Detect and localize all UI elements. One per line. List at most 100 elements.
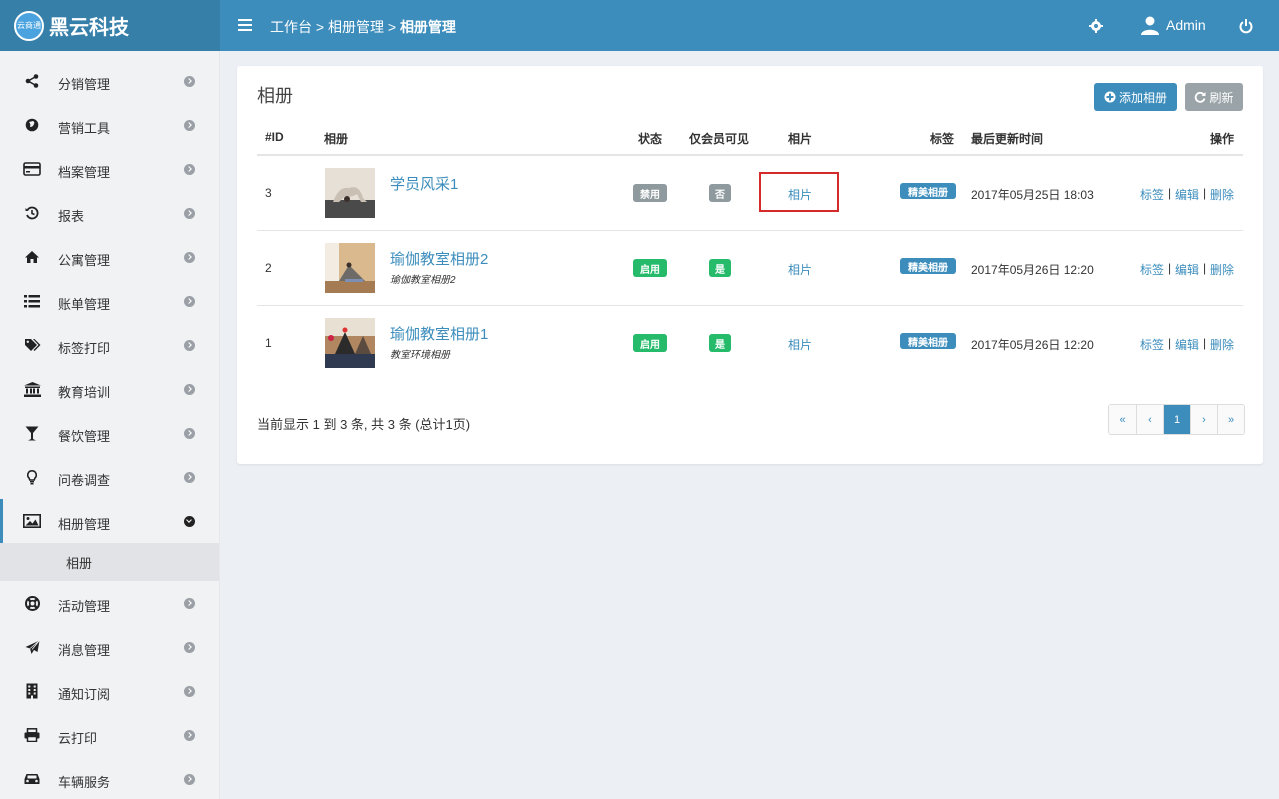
sidebar-item-label: 活动管理 [58, 599, 111, 614]
album-name-link[interactable]: 学员风采1 [390, 173, 458, 194]
action-edit-link[interactable]: 编辑 [1175, 186, 1199, 203]
pagination-summary: 当前显示 1 到 3 条, 共 3 条 (总计1页) [257, 417, 471, 432]
photos-link-highlight [759, 172, 839, 212]
col-header-status: 状态 [638, 132, 663, 146]
refresh-button[interactable]: 刷新 [1185, 83, 1243, 111]
row-id: 1 [265, 336, 272, 350]
status-badge: 禁用 [633, 184, 667, 202]
sidebar-item-label: 公寓管理 [58, 253, 111, 268]
sidebar-item-apartment[interactable]: 公寓管理 [0, 235, 219, 279]
sidebar: 分销管理 营销工具 档案管理 报表 公寓管理 账单管理 标签打印 教育培训 餐饮… [0, 51, 220, 799]
action-tag-link[interactable]: 标签 [1140, 261, 1164, 278]
action-separator: | [1203, 336, 1207, 350]
members-only-badge: 是 [709, 259, 731, 277]
sidebar-item-label: 餐饮管理 [58, 429, 111, 444]
sidebar-item-label: 分销管理 [58, 77, 111, 92]
sidebar-item-cloud-print[interactable]: 云打印 [0, 713, 219, 757]
paper-plane-icon [22, 637, 42, 657]
page-next-button[interactable]: › [1190, 405, 1217, 434]
col-header-album: 相册 [324, 132, 349, 146]
sidebar-item-messages[interactable]: 消息管理 [0, 625, 219, 669]
sidebar-item-label: 消息管理 [58, 643, 111, 658]
chevron-right-icon [184, 76, 195, 87]
chevron-right-icon [184, 472, 195, 483]
sidebar-item-album[interactable]: 相册管理 [0, 499, 219, 543]
pagination: « ‹ 1 › » [1108, 404, 1245, 435]
page-current-button[interactable]: 1 [1163, 405, 1190, 434]
album-name-link[interactable]: 瑜伽教室相册1 [390, 323, 488, 344]
members-only-badge: 是 [709, 334, 731, 352]
sidebar-subitem-album[interactable]: 相册 [0, 543, 219, 581]
col-header-id: #ID [265, 130, 284, 144]
action-delete-link[interactable]: 删除 [1210, 186, 1234, 203]
sidebar-item-distribution[interactable]: 分销管理 [0, 59, 219, 103]
sidebar-item-label: 问卷调查 [58, 473, 111, 488]
sidebar-item-archives[interactable]: 档案管理 [0, 147, 219, 191]
chevron-right-icon [184, 428, 195, 439]
sidebar-item-label-print[interactable]: 标签打印 [0, 323, 219, 367]
chevron-right-icon [184, 730, 195, 741]
chevron-right-icon [184, 774, 195, 785]
photos-link[interactable]: 相片 [788, 261, 812, 278]
sidebar-item-label: 账单管理 [58, 297, 111, 312]
sidebar-item-survey[interactable]: 问卷调查 [0, 455, 219, 499]
sidebar-item-education[interactable]: 教育培训 [0, 367, 219, 411]
print-icon [22, 725, 42, 745]
album-cover-thumbnail[interactable] [325, 318, 375, 368]
sidebar-item-label: 营销工具 [58, 121, 111, 136]
photos-link[interactable]: 相片 [788, 336, 812, 353]
lightbulb-icon [22, 467, 42, 487]
top-navbar: 云商通 黑云科技 工作台 > 相册管理 > 相册管理 Admin [0, 0, 1279, 51]
power-icon[interactable] [1238, 18, 1254, 34]
sidebar-item-marketing[interactable]: 营销工具 [0, 103, 219, 147]
page-first-button[interactable]: « [1109, 405, 1136, 434]
action-delete-link[interactable]: 删除 [1210, 336, 1234, 353]
sidebar-item-label: 报表 [58, 209, 85, 224]
sidebar-item-activity[interactable]: 活动管理 [0, 581, 219, 625]
action-edit-link[interactable]: 编辑 [1175, 336, 1199, 353]
breadcrumb-home[interactable]: 工作台 [270, 19, 312, 35]
user-menu[interactable]: Admin [1140, 15, 1206, 35]
page-prev-button[interactable]: ‹ [1136, 405, 1163, 434]
album-cover-thumbnail[interactable] [325, 243, 375, 293]
tags-icon [22, 335, 42, 355]
sidebar-item-reports[interactable]: 报表 [0, 191, 219, 235]
album-cover-thumbnail[interactable] [325, 168, 375, 218]
action-tag-link[interactable]: 标签 [1140, 186, 1164, 203]
album-name-link[interactable]: 瑜伽教室相册2 [390, 248, 488, 269]
brand[interactable]: 云商通 黑云科技 [0, 0, 220, 51]
updated-time: 2017年05月25日 18:03 [971, 188, 1094, 202]
tag-badge: 精美相册 [900, 333, 956, 349]
action-tag-link[interactable]: 标签 [1140, 336, 1164, 353]
action-separator: | [1203, 186, 1207, 200]
updated-time: 2017年05月26日 12:20 [971, 263, 1094, 277]
action-edit-link[interactable]: 编辑 [1175, 261, 1199, 278]
menu-toggle-icon[interactable] [238, 17, 252, 33]
gear-icon[interactable] [1088, 18, 1104, 34]
add-album-button[interactable]: 添加相册 [1094, 83, 1177, 111]
chevron-right-icon [184, 598, 195, 609]
sidebar-item-bills[interactable]: 账单管理 [0, 279, 219, 323]
sidebar-item-label: 标签打印 [58, 341, 111, 356]
sidebar-item-subscription[interactable]: 通知订阅 [0, 669, 219, 713]
breadcrumb-parent[interactable]: 相册管理 [328, 19, 384, 35]
action-separator: | [1168, 261, 1172, 275]
action-separator: | [1168, 336, 1172, 350]
chevron-right-icon [184, 208, 195, 219]
refresh-label: 刷新 [1209, 90, 1234, 105]
row-divider [257, 230, 1243, 231]
chevron-right-icon [184, 296, 195, 307]
add-album-label: 添加相册 [1118, 90, 1167, 105]
user-avatar-icon [1141, 16, 1159, 35]
breadcrumb: 工作台 > 相册管理 > 相册管理 [270, 17, 456, 37]
tag-badge: 精美相册 [900, 183, 956, 199]
sidebar-item-vehicle[interactable]: 车辆服务 [0, 757, 219, 799]
page-last-button[interactable]: » [1217, 405, 1244, 434]
image-icon [22, 511, 42, 531]
chevron-right-icon [184, 164, 195, 175]
sidebar-item-catering[interactable]: 餐饮管理 [0, 411, 219, 455]
action-delete-link[interactable]: 删除 [1210, 261, 1234, 278]
tag-badge: 精美相册 [900, 258, 956, 274]
life-ring-icon [22, 593, 42, 613]
list-icon [22, 291, 42, 311]
